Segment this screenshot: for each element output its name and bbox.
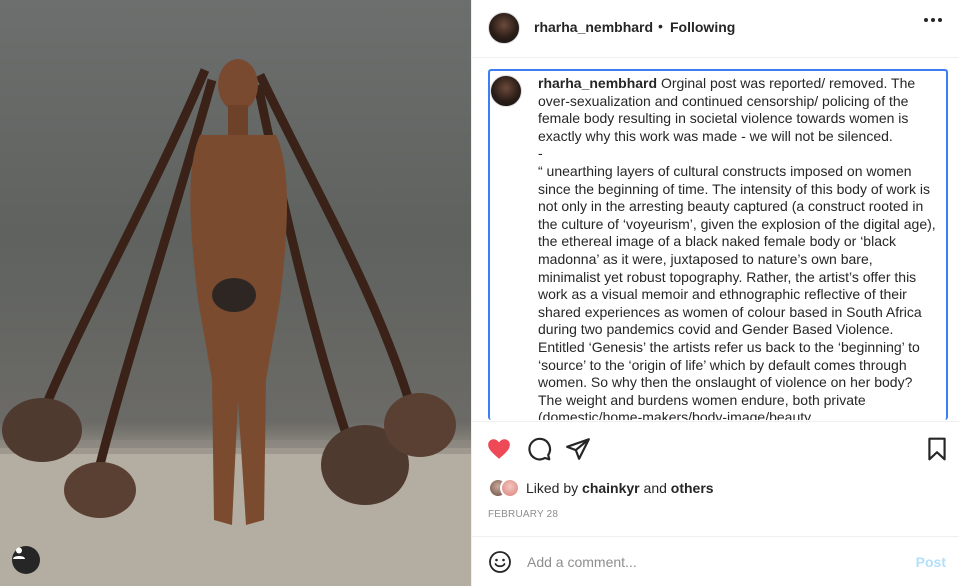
likes-summary: Liked by chainkyr and others: [488, 478, 714, 498]
liker-username[interactable]: chainkyr: [582, 480, 640, 496]
author-avatar[interactable]: [488, 12, 520, 44]
divider: [472, 421, 959, 422]
liker-avatar[interactable]: [500, 478, 520, 498]
caption-body: Orginal post was reported/ removed. The …: [538, 75, 936, 420]
post-detail-panel: rharha_nembhard • Following rharha_nembh…: [471, 0, 959, 586]
caption-username[interactable]: rharha_nembhard: [538, 75, 657, 91]
send-icon[interactable]: [565, 436, 591, 462]
photo-artwork: [0, 59, 471, 586]
following-button[interactable]: Following: [670, 19, 735, 35]
likes-conjunction: and: [643, 480, 667, 496]
caption: rharha_nembhard Orginal post was reporte…: [538, 75, 936, 420]
post-date[interactable]: FEBRUARY 28: [488, 509, 558, 520]
comment-icon[interactable]: [526, 436, 552, 462]
post-header: rharha_nembhard • Following: [472, 0, 959, 58]
likes-others-link[interactable]: others: [671, 480, 714, 496]
emoji-icon[interactable]: [488, 550, 512, 579]
likes-text: Liked by chainkyr and others: [526, 480, 714, 496]
caption-author-avatar[interactable]: [490, 75, 522, 107]
author-username[interactable]: rharha_nembhard: [534, 19, 653, 35]
bookmark-icon[interactable]: [924, 436, 950, 462]
heart-icon[interactable]: [486, 436, 512, 462]
more-options-icon[interactable]: [924, 18, 942, 22]
post-photo[interactable]: [0, 0, 471, 586]
user-tag-icon[interactable]: [12, 546, 40, 574]
likes-prefix: Liked by: [526, 480, 579, 496]
comment-input[interactable]: Add a comment...: [527, 554, 637, 570]
caption-container[interactable]: rharha_nembhard Orginal post was reporte…: [488, 69, 948, 420]
header-separator: •: [658, 18, 663, 34]
comment-bar: Add a comment... Post: [472, 536, 959, 586]
post-comment-button[interactable]: Post: [916, 554, 946, 570]
action-bar: [472, 432, 959, 468]
